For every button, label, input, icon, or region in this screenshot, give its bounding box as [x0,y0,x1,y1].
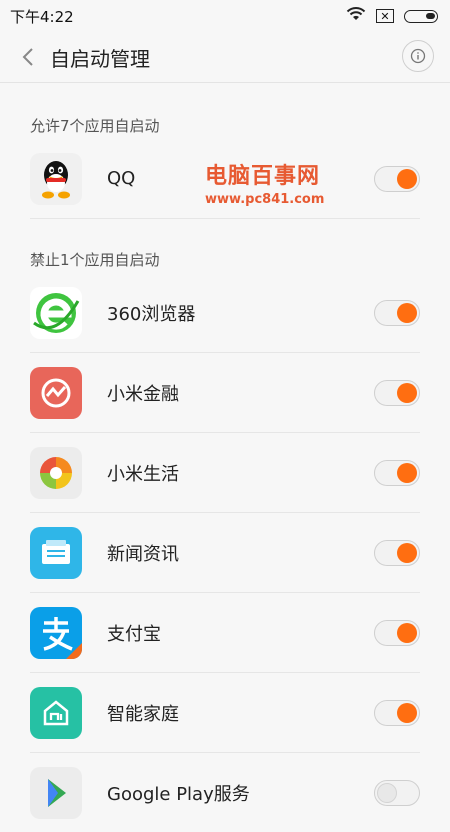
status-icons: ✕ [346,6,438,26]
back-button[interactable] [16,45,40,69]
app-row-qq: QQ [30,139,420,219]
autostart-toggle[interactable] [374,699,420,726]
page-title: 自启动管理 [50,46,150,71]
autostart-toggle[interactable] [374,459,420,486]
app-header: 自启动管理 [0,32,450,83]
chevron-left-icon [22,48,33,66]
toggle-knob [397,382,417,403]
qq-penguin-icon [30,152,82,205]
smart-home-icon [30,686,82,739]
autostart-toggle[interactable] [374,539,420,566]
toggle-knob [397,462,417,483]
autostart-toggle[interactable] [374,165,420,192]
app-label: 360浏览器 [107,303,196,325]
app-row-google-play-services: Google Play服务 [30,753,420,832]
info-button[interactable] [402,40,434,72]
blocked-section-title: 禁止1个应用自启动 [30,251,160,269]
app-row-mi-life: 小米生活 [30,433,420,513]
app-row-360-browser: 360浏览器 [30,273,420,353]
app-row-alipay: 支付宝 [30,593,420,673]
app-row-news: 新闻资讯 [30,513,420,593]
app-row-mi-finance: 小米金融 [30,353,420,433]
app-label: 支付宝 [107,623,161,645]
allowed-section-title: 允许7个应用自启动 [30,117,160,135]
alipay-icon [30,606,82,659]
app-label: QQ [107,168,136,189]
info-icon [410,48,426,64]
mi-finance-icon [30,366,82,419]
toggle-knob [397,622,417,643]
autostart-toggle[interactable] [374,379,420,406]
360-browser-icon [30,286,82,339]
toggle-knob [397,168,417,189]
app-label: 小米金融 [107,383,179,405]
toggle-knob [397,302,417,323]
app-label: 新闻资讯 [107,543,179,565]
toggle-knob [397,702,417,723]
app-label: Google Play服务 [107,783,250,805]
mi-life-icon [30,446,82,499]
battery-icon [404,9,438,23]
autostart-toggle[interactable] [374,299,420,326]
status-time: 下午4:22 [10,7,74,26]
wifi-icon [346,6,366,26]
google-play-services-icon [30,766,82,819]
news-icon [30,526,82,579]
app-label: 智能家庭 [107,703,179,725]
status-bar: 下午4:22 ✕ [0,0,450,32]
autostart-toggle[interactable] [374,619,420,646]
app-row-smart-home: 智能家庭 [30,673,420,753]
autostart-toggle[interactable] [374,779,420,806]
no-sim-icon: ✕ [376,9,394,23]
app-label: 小米生活 [107,463,179,485]
toggle-knob [397,542,417,563]
